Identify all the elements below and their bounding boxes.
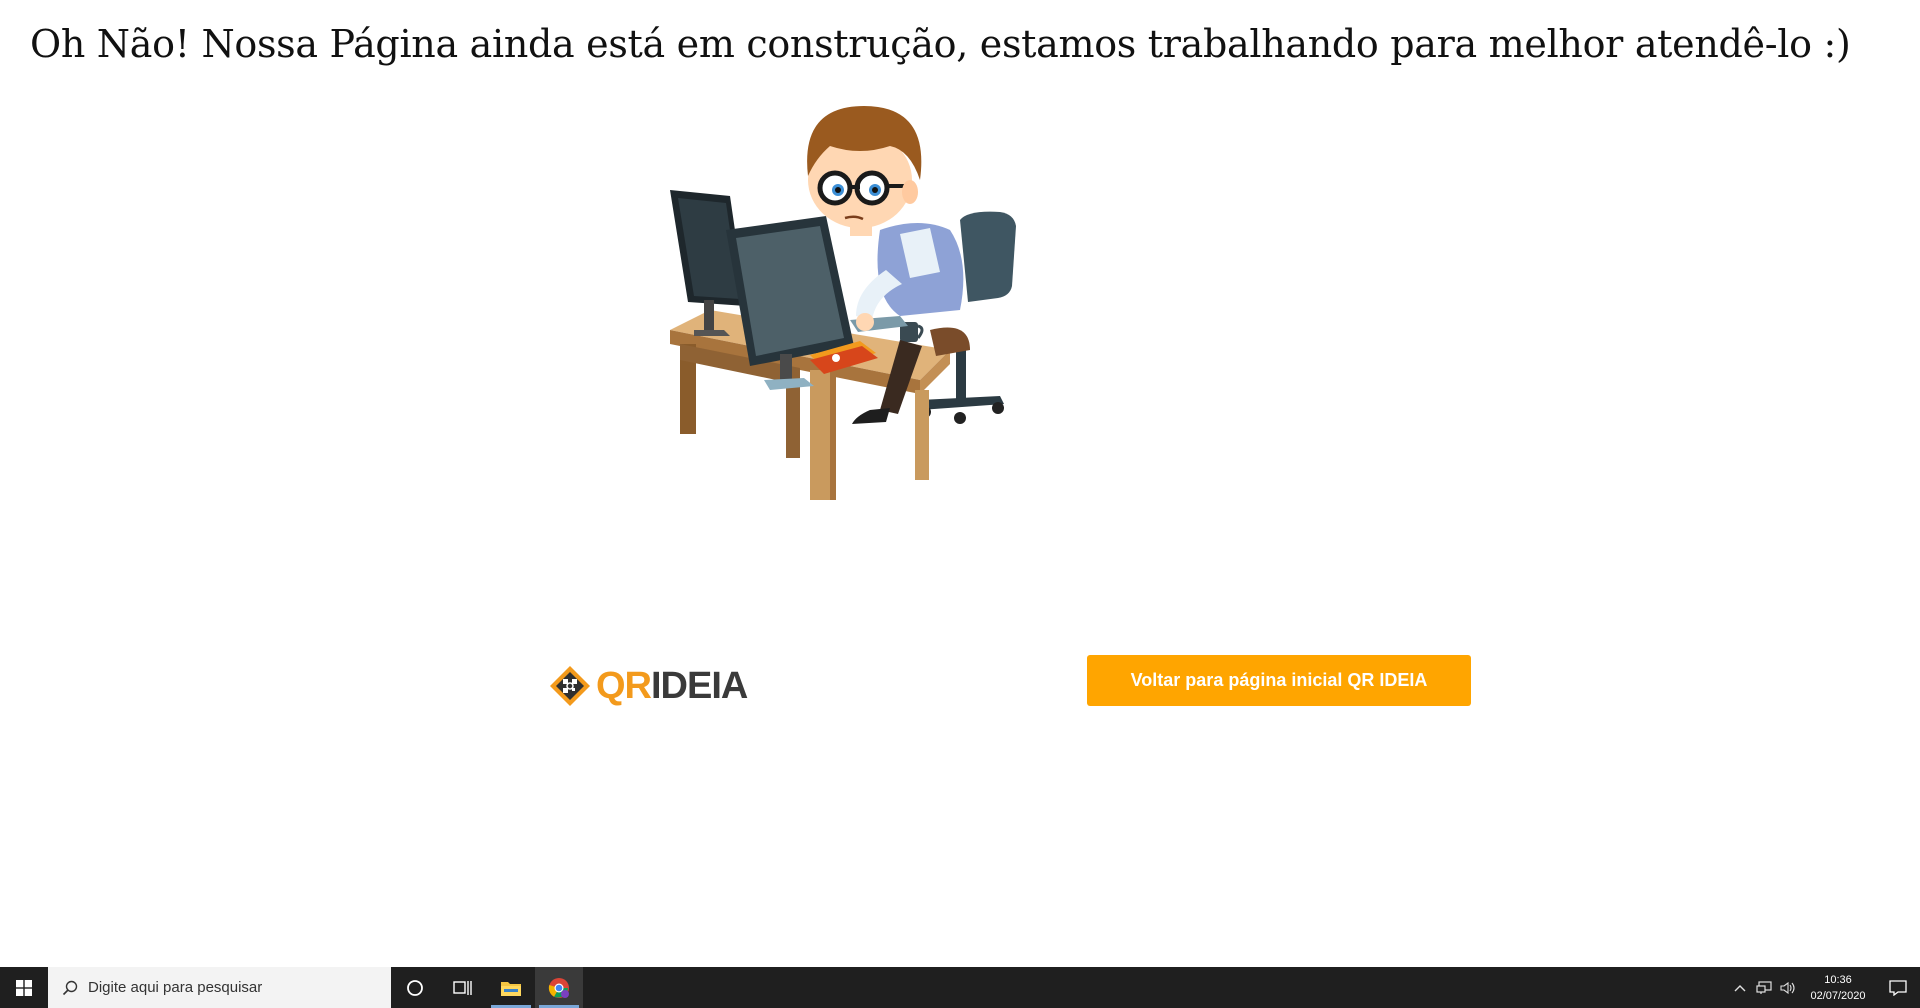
- file-explorer-button[interactable]: [487, 967, 535, 1008]
- notification-icon: [1889, 979, 1907, 996]
- windows-taskbar: Digite aqui para pesquisar 10:36 02/07/2…: [0, 967, 1920, 1008]
- chrome-icon: [548, 977, 569, 998]
- start-button[interactable]: [0, 967, 48, 1008]
- taskbar-search-box[interactable]: Digite aqui para pesquisar: [48, 967, 391, 1008]
- windows-start-icon: [16, 979, 32, 996]
- page-content: Oh Não! Nossa Página ainda está em const…: [0, 0, 1920, 967]
- folder-icon: [501, 981, 521, 996]
- volume-button[interactable]: [1776, 967, 1800, 1008]
- clock-date: 02/07/2020: [1810, 989, 1866, 1002]
- developer-at-computer-illustration: [670, 106, 1016, 500]
- volume-icon: [1780, 981, 1795, 994]
- task-view-icon: [453, 980, 472, 995]
- chrome-button[interactable]: [535, 967, 583, 1008]
- clock-time: 10:36: [1824, 973, 1852, 986]
- network-icon: [1756, 980, 1772, 994]
- action-center-button[interactable]: [1876, 967, 1920, 1008]
- taskbar-clock[interactable]: 10:36 02/07/2020: [1800, 967, 1876, 1008]
- circle-icon: [407, 979, 423, 996]
- page-headline: Oh Não! Nossa Página ainda está em const…: [30, 22, 1851, 66]
- chevron-up-icon: [1734, 984, 1746, 991]
- network-button[interactable]: [1752, 967, 1776, 1008]
- qrideia-logo-mark-icon: [550, 666, 590, 706]
- wordmark-qr: QR: [596, 665, 652, 707]
- task-view-button[interactable]: [439, 967, 487, 1008]
- search-placeholder: Digite aqui para pesquisar: [88, 979, 263, 996]
- qrideia-logo: QRIDEIA: [548, 664, 763, 708]
- wordmark-ideia: IDEIA: [651, 665, 748, 707]
- qrideia-wordmark: QRIDEIA: [596, 664, 748, 708]
- back-to-home-button[interactable]: Voltar para página inicial QR IDEIA: [1087, 655, 1471, 706]
- show-hidden-icons-button[interactable]: [1728, 967, 1752, 1008]
- search-icon: [62, 980, 78, 995]
- cortana-button[interactable]: [391, 967, 439, 1008]
- system-tray: 10:36 02/07/2020: [1728, 967, 1920, 1008]
